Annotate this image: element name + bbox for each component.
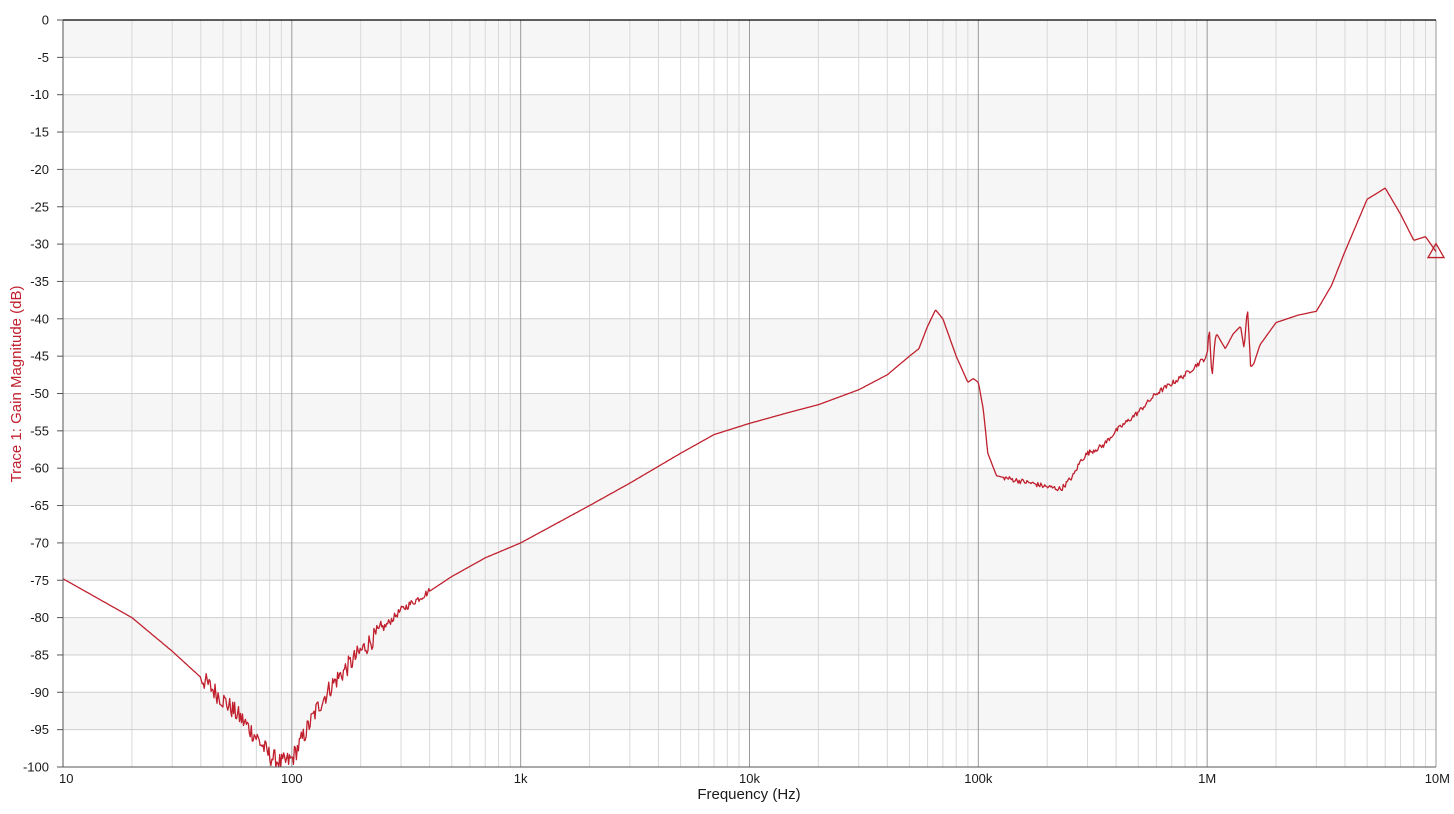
y-tick-label: -5 <box>37 50 49 65</box>
chart: 0 -5 -10 -15 -20 -25 -30 -35 -40 -45 -50 -55 -60 -65 -… <box>0 0 1454 809</box>
x-tick-label: 10M <box>1425 771 1450 786</box>
y-tick-label: -85 <box>30 647 49 662</box>
y-tick-label: -70 <box>30 535 49 550</box>
x-tick-labels: 10 100 1k 10k 100k 1M 10M <box>59 771 1450 786</box>
y-tick-label: -50 <box>30 386 49 401</box>
y-tick-label: -20 <box>30 162 49 177</box>
y-tick-label: -30 <box>30 237 49 252</box>
y-tick-label: -40 <box>30 311 49 326</box>
x-tick-label: 10k <box>739 771 760 786</box>
y-tick-label: -60 <box>30 461 49 476</box>
y-tick-label: -75 <box>30 573 49 588</box>
y-tick-label: -80 <box>30 610 49 625</box>
y-tick-label: -90 <box>30 685 49 700</box>
y-axis-title: Trace 1: Gain Magnitude (dB) <box>8 285 25 482</box>
y-tick-label: -35 <box>30 274 49 289</box>
x-tick-label: 1M <box>1198 771 1216 786</box>
y-tick-label: -55 <box>30 423 49 438</box>
y-tick-label: 0 <box>42 13 49 28</box>
y-tick-label: -100 <box>23 760 49 775</box>
x-axis-title: Frequency (Hz) <box>697 786 800 803</box>
x-tick-label: 100 <box>281 771 303 786</box>
y-tick-labels: 0 -5 -10 -15 -20 -25 -30 -35 -40 -45 -50 -55 -60 -65 -… <box>23 13 63 775</box>
major-gridlines <box>62 19 1437 768</box>
y-tick-label: -25 <box>30 199 49 214</box>
y-tick-label: -10 <box>30 87 49 102</box>
y-tick-label: -65 <box>30 498 49 513</box>
y-tick-label: -45 <box>30 349 49 364</box>
x-tick-label: 10 <box>59 771 73 786</box>
bode-gain-chart: 0 -5 -10 -15 -20 -25 -30 -35 -40 -45 -50 -55 -60 -65 -… <box>8 13 1450 804</box>
y-tick-label: -95 <box>30 722 49 737</box>
x-tick-label: 100k <box>964 771 993 786</box>
x-tick-label: 1k <box>514 771 528 786</box>
y-tick-label: -15 <box>30 125 49 140</box>
